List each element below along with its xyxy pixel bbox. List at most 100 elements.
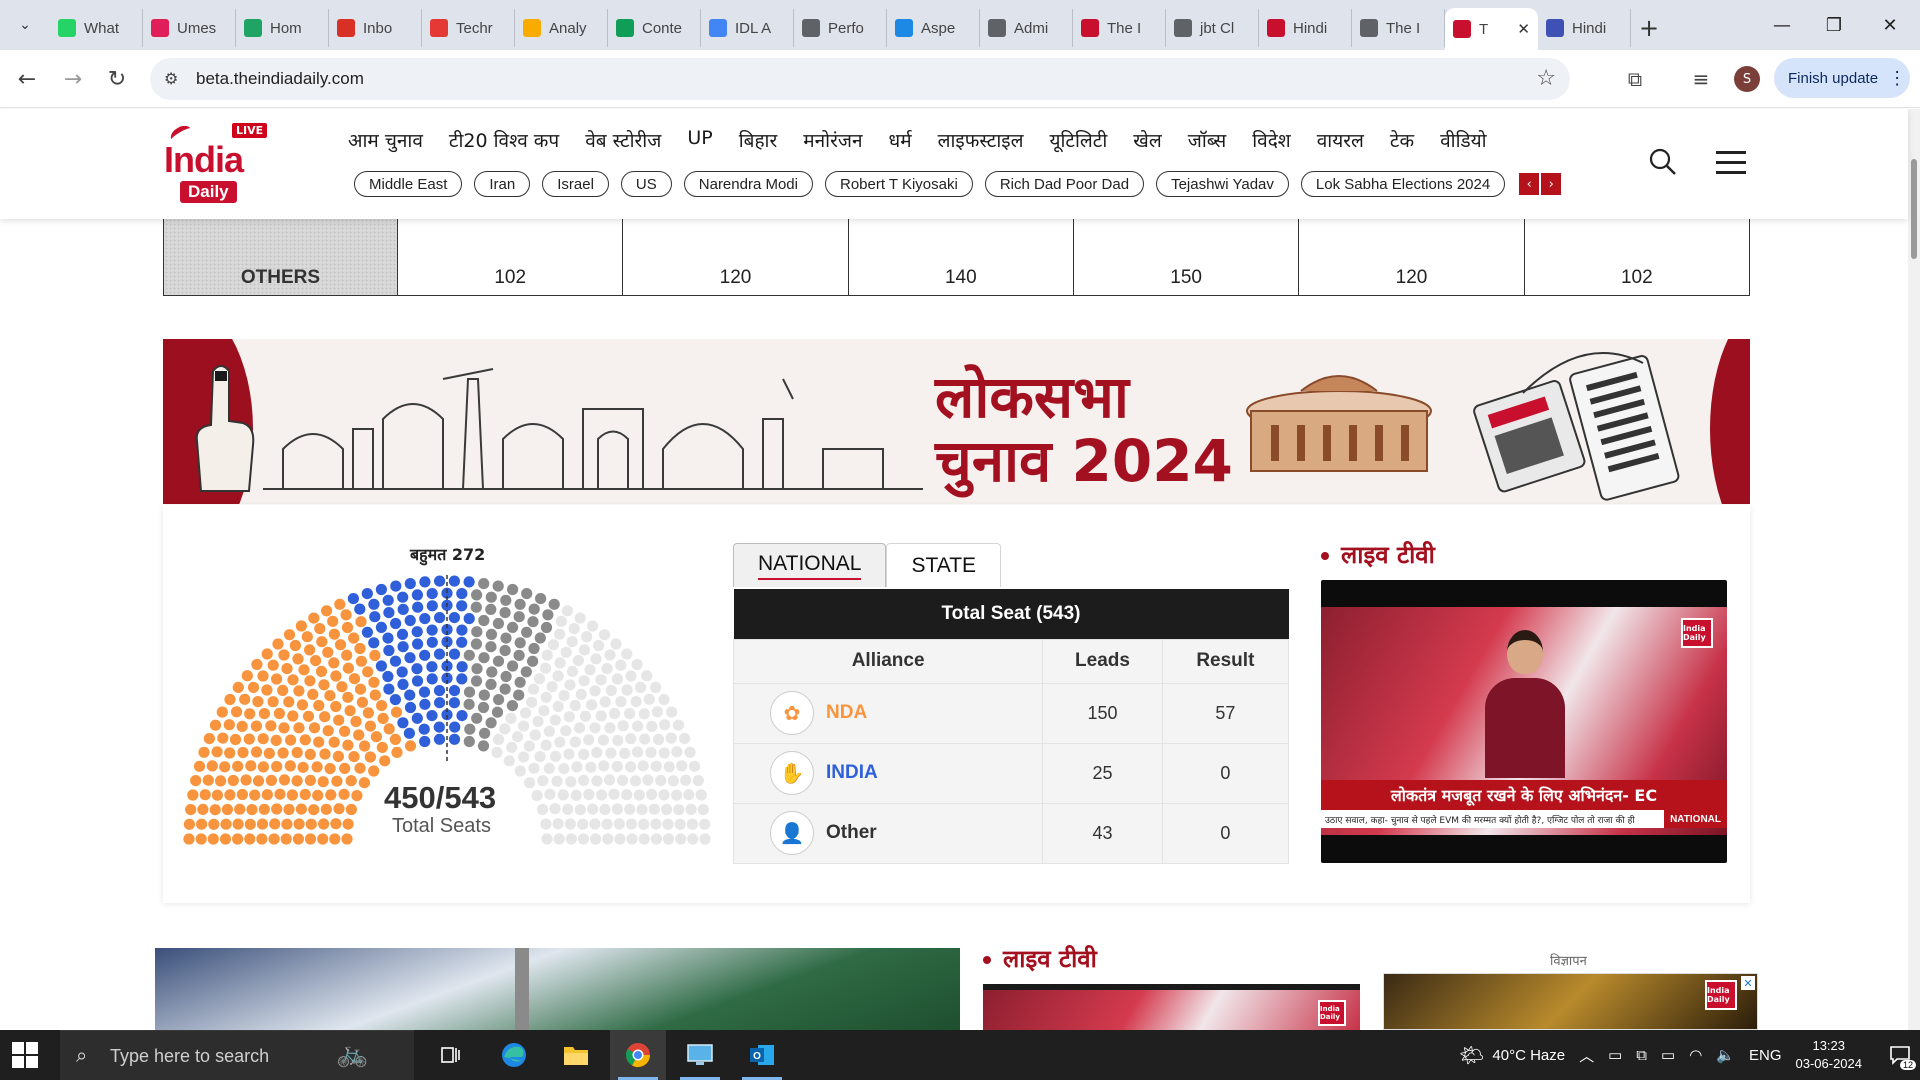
seat-nda bbox=[330, 700, 342, 713]
trending-tag[interactable]: Narendra Modi bbox=[683, 171, 813, 197]
search-icon[interactable] bbox=[1648, 147, 1678, 177]
browser-tab[interactable]: Admi bbox=[980, 9, 1073, 47]
trending-tag[interactable]: Middle East bbox=[354, 171, 463, 197]
browser-tab[interactable]: What bbox=[50, 9, 143, 47]
show-hidden-icons-chevron-icon[interactable]: ︿ bbox=[1579, 1045, 1594, 1066]
address-bar[interactable]: ⚙ beta.theindiadaily.com ☆ bbox=[150, 58, 1570, 100]
browser-tab[interactable]: Inbo bbox=[329, 9, 422, 47]
nav-item[interactable]: लाइफस्टाइल bbox=[938, 127, 1024, 153]
live-tv-heading-2[interactable]: लाइव टीवी bbox=[983, 942, 1097, 975]
browser-tab[interactable]: The I bbox=[1073, 9, 1166, 47]
browser-tab[interactable]: The I bbox=[1352, 9, 1445, 47]
browser-tab[interactable]: Conte bbox=[608, 9, 701, 47]
browser-tab[interactable]: Analy bbox=[515, 9, 608, 47]
alliance-cell[interactable]: ✋ INDIA bbox=[732, 742, 1044, 804]
volume-icon[interactable]: 🔈 bbox=[1716, 1046, 1735, 1064]
finish-update-button[interactable]: Finish update ⋮ bbox=[1774, 58, 1910, 98]
url-text[interactable]: beta.theindiadaily.com bbox=[196, 69, 364, 89]
nav-item[interactable]: मनोरंजन bbox=[803, 127, 862, 153]
nav-item[interactable]: यूटिलिटी bbox=[1049, 127, 1107, 153]
profile-avatar[interactable]: S bbox=[1734, 66, 1760, 92]
nav-item[interactable]: वेब स्टोरीज bbox=[585, 127, 661, 153]
live-tv-player-2[interactable]: India Daily bbox=[983, 984, 1360, 1030]
close-tab-icon[interactable]: ✕ bbox=[1517, 20, 1530, 38]
device-icon[interactable]: ▭ bbox=[1608, 1046, 1622, 1064]
trending-tag[interactable]: Robert T Kiyosaki bbox=[824, 171, 973, 197]
live-tv-heading[interactable]: लाइव टीवी bbox=[1321, 538, 1435, 571]
extensions-icon[interactable]: ⧉ bbox=[1620, 64, 1650, 94]
browser-tab[interactable]: Perfo bbox=[794, 9, 887, 47]
new-tab-button[interactable]: + bbox=[1631, 9, 1667, 47]
nav-item[interactable]: धर्म bbox=[889, 127, 912, 153]
forward-icon[interactable]: → bbox=[58, 64, 88, 94]
trending-tag[interactable]: Israel bbox=[542, 171, 609, 197]
trending-tag[interactable]: US bbox=[620, 171, 672, 197]
trending-tag[interactable]: Rich Dad Poor Dad bbox=[984, 171, 1145, 197]
nav-item[interactable]: आम चुनाव bbox=[348, 127, 423, 153]
advertisement[interactable]: India Daily ✕ bbox=[1383, 973, 1758, 1030]
hamburger-menu-icon[interactable] bbox=[1716, 151, 1746, 175]
weather-sun-icon[interactable]: 🌤 bbox=[1459, 1043, 1484, 1068]
browser-tab[interactable]: Hindi bbox=[1259, 9, 1352, 47]
site-info-icon[interactable]: ⚙ bbox=[164, 69, 184, 89]
weather-status[interactable]: 40°C Haze bbox=[1492, 1047, 1565, 1064]
site-logo[interactable]: LIVE India Daily bbox=[162, 122, 268, 207]
display-icon[interactable]: ⧉ bbox=[1636, 1047, 1647, 1064]
browser-tab[interactable]: IDL A bbox=[701, 9, 794, 47]
clock[interactable]: 13:23 03-06-2024 bbox=[1796, 1037, 1863, 1073]
seat-undeclared bbox=[605, 747, 617, 759]
outlook-icon[interactable]: O bbox=[734, 1030, 790, 1080]
seat-undeclared bbox=[598, 760, 610, 772]
chrome-icon[interactable] bbox=[610, 1030, 666, 1080]
live-tv-player[interactable]: India Daily लोकतंत्र मजबूत रखने के लिए अ… bbox=[1321, 580, 1727, 863]
windows-start-icon[interactable] bbox=[12, 1042, 38, 1068]
taskbar-search[interactable]: ⌕ Type here to search 🚲 bbox=[60, 1030, 414, 1080]
edge-browser-icon[interactable] bbox=[486, 1030, 542, 1080]
media-controls-icon[interactable]: ≡ bbox=[1686, 64, 1716, 94]
tab-search-button[interactable]: ⌄ bbox=[10, 10, 40, 40]
task-view-icon[interactable] bbox=[422, 1030, 478, 1080]
chevron-left-icon[interactable]: ‹ bbox=[1519, 173, 1540, 195]
file-explorer-icon[interactable] bbox=[548, 1030, 604, 1080]
browser-tab[interactable]: Hindi bbox=[1538, 9, 1631, 47]
chevron-right-icon[interactable]: › bbox=[1541, 173, 1562, 195]
browser-tab[interactable]: Aspe bbox=[887, 9, 980, 47]
remote-desktop-icon[interactable] bbox=[672, 1030, 728, 1080]
nav-item[interactable]: विदेश bbox=[1252, 127, 1291, 153]
nav-item[interactable]: UP bbox=[687, 127, 712, 153]
nav-item[interactable]: वीडियो bbox=[1440, 127, 1487, 153]
ad-close-icon[interactable]: ✕ bbox=[1741, 976, 1755, 990]
scrollbar-thumb[interactable] bbox=[1911, 159, 1917, 259]
page-scrollbar[interactable] bbox=[1908, 109, 1920, 1030]
alliance-cell[interactable]: 👤 Other bbox=[732, 802, 1044, 864]
nav-item[interactable]: वायरल bbox=[1317, 127, 1364, 153]
battery-icon[interactable]: ▭ bbox=[1661, 1046, 1675, 1064]
reload-icon[interactable]: ↻ bbox=[102, 64, 132, 94]
browser-tab[interactable]: jbt Cl bbox=[1166, 9, 1259, 47]
news-hero-image[interactable] bbox=[155, 948, 960, 1030]
nav-item[interactable]: टी20 विश्व कप bbox=[449, 127, 559, 153]
back-icon[interactable]: ← bbox=[12, 64, 42, 94]
browser-tab[interactable]: Techr bbox=[422, 9, 515, 47]
nav-item[interactable]: बिहार bbox=[739, 127, 778, 153]
nav-item[interactable]: खेल bbox=[1133, 127, 1161, 153]
minimize-button[interactable]: — bbox=[1752, 0, 1812, 50]
close-window-button[interactable]: ✕ bbox=[1860, 0, 1920, 50]
trending-tag[interactable]: Tejashwi Yadav bbox=[1156, 171, 1289, 197]
trending-tag[interactable]: Iran bbox=[474, 171, 531, 197]
election-banner[interactable]: लोकसभा चुनाव 2024 bbox=[163, 339, 1750, 504]
alliance-cell[interactable]: ✿ NDA bbox=[732, 682, 1044, 744]
nav-item[interactable]: टेक bbox=[1390, 127, 1414, 153]
wifi-icon[interactable]: ◠ bbox=[1689, 1046, 1702, 1064]
tab-state[interactable]: STATE bbox=[886, 543, 1002, 587]
maximize-button[interactable]: ❐ bbox=[1804, 0, 1864, 50]
browser-tab[interactable]: Umes bbox=[143, 9, 236, 47]
notification-center-icon[interactable]: 12 bbox=[1880, 1030, 1920, 1080]
bookmark-star-icon[interactable]: ☆ bbox=[1536, 66, 1556, 91]
browser-tab[interactable]: Hom bbox=[236, 9, 329, 47]
browser-tab[interactable]: T ✕ bbox=[1445, 8, 1538, 50]
tab-national[interactable]: NATIONAL bbox=[733, 543, 887, 587]
language-indicator[interactable]: ENG bbox=[1749, 1047, 1782, 1064]
trending-tag[interactable]: Lok Sabha Elections 2024 bbox=[1300, 171, 1506, 197]
nav-item[interactable]: जॉब्स bbox=[1188, 127, 1227, 153]
